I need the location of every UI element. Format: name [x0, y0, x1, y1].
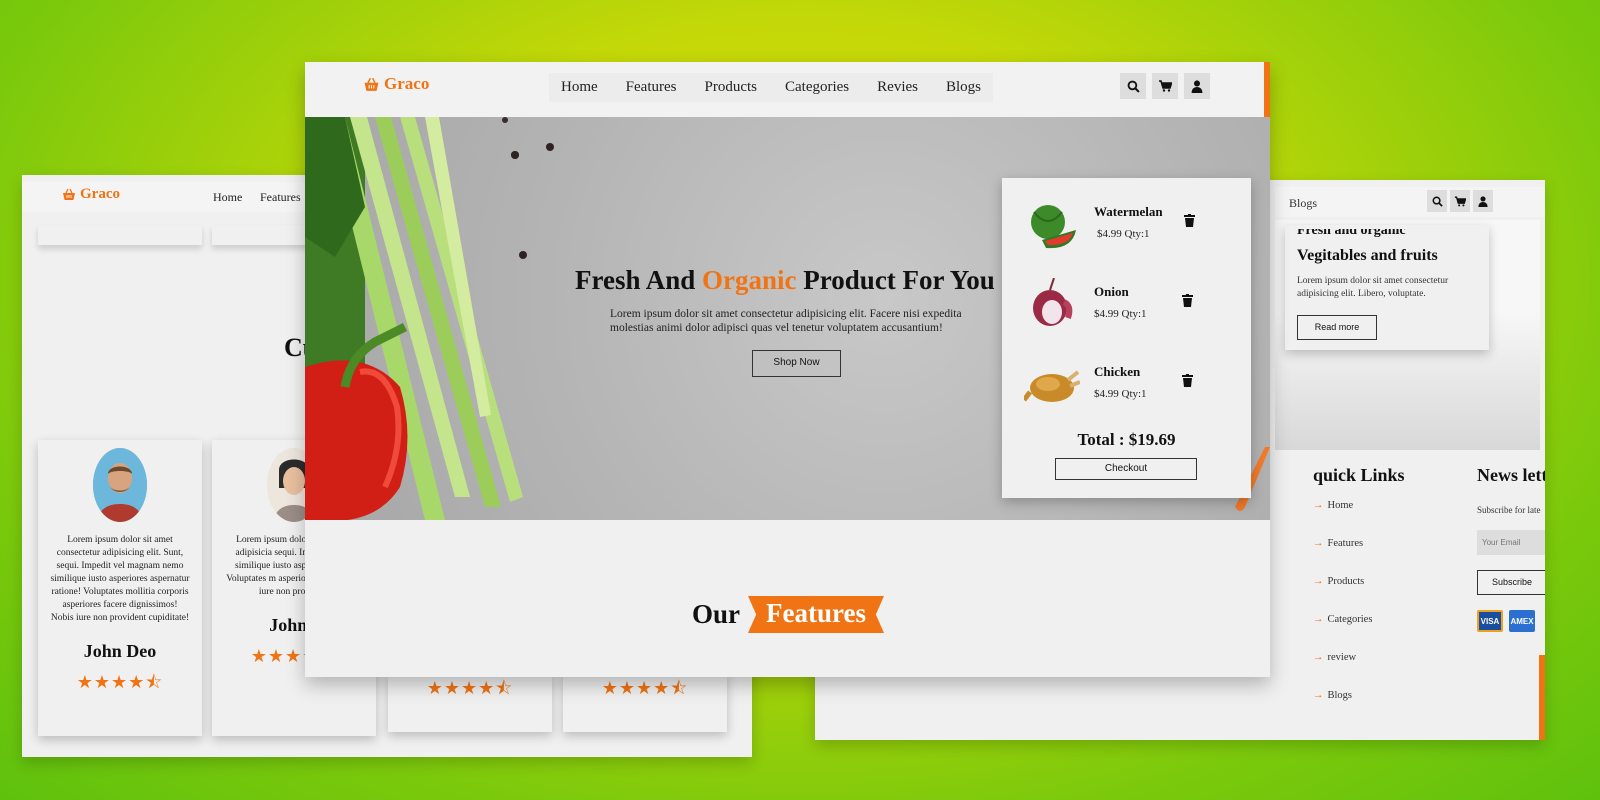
vegetables-image: [305, 117, 523, 520]
brand-name: Graco: [384, 74, 430, 93]
trash-icon[interactable]: [1182, 294, 1193, 307]
card-stub: [38, 225, 202, 245]
hero-text: Lorem ipsum dolor sit amet consectetur a…: [610, 308, 962, 334]
cart-item-price: $4.99 Qty:1: [1094, 308, 1147, 320]
cart-item-name: Watermelan: [1094, 204, 1163, 219]
checkout-button[interactable]: Checkout: [1055, 458, 1197, 480]
left-nav-features[interactable]: Features: [260, 190, 301, 205]
visa-card-icon: VISA: [1477, 610, 1503, 632]
blog-title-partial: Fresh and organic: [1297, 229, 1406, 237]
shop-now-button[interactable]: Shop Now: [752, 350, 841, 377]
quick-link-blogs[interactable]: → Blogs: [1313, 690, 1352, 701]
home-page-preview: Graco Home Features Products Categories …: [305, 62, 1270, 677]
trash-icon[interactable]: [1182, 374, 1193, 387]
quick-link-features[interactable]: → Features: [1313, 538, 1363, 549]
basket-icon: [364, 77, 379, 91]
nav-home[interactable]: Home: [561, 79, 598, 96]
onion-image: [1033, 278, 1073, 326]
cart-item-name: Onion: [1094, 284, 1129, 299]
nav-blogs[interactable]: Blogs: [946, 79, 981, 96]
main-nav-links: Home Features Products Categories Revies…: [549, 73, 993, 102]
blog-card: Fresh and organic Vegitables and fruits …: [1285, 225, 1489, 350]
brand-name: Graco: [80, 186, 120, 202]
quick-link-review[interactable]: → review: [1313, 652, 1356, 663]
subscribe-button[interactable]: Subscribe: [1477, 570, 1545, 595]
quick-link-categories[interactable]: → Categories: [1313, 614, 1372, 625]
right-nav-blogs[interactable]: Blogs: [1289, 196, 1317, 211]
left-logo[interactable]: Graco: [62, 186, 120, 203]
quick-links-heading: quick Links: [1313, 465, 1405, 485]
basket-icon: [63, 188, 75, 200]
email-field[interactable]: [1477, 530, 1545, 555]
blog-title: Vegitables and fruits: [1297, 247, 1438, 264]
star-rating: ★★★★⯪: [76, 672, 164, 692]
watermelon-image: [1031, 205, 1076, 249]
features-heading-plain: Our: [692, 599, 741, 629]
nav-categories[interactable]: Categories: [785, 79, 849, 96]
cart-item-price: $4.99 Qty:1: [1097, 228, 1150, 240]
search-icon[interactable]: [1120, 73, 1146, 99]
accent-bar: [1539, 655, 1545, 740]
arrow-right-icon: →: [1313, 652, 1324, 663]
cart-item-price: $4.99 Qty:1: [1094, 388, 1147, 400]
review-card: Lorem ipsum dolor sit amet consectetur a…: [38, 440, 202, 736]
main-logo[interactable]: Graco: [363, 74, 429, 94]
quick-link-home[interactable]: → Home: [1313, 500, 1353, 511]
cart-item: Watermelan $4.99 Qty:1: [1002, 198, 1251, 268]
arrow-right-icon: →: [1313, 500, 1324, 511]
avatar: [93, 448, 147, 522]
arrow-right-icon: →: [1313, 690, 1324, 701]
hero-banner: Fresh And Organic Product For You Lorem …: [305, 117, 1270, 520]
cart-icon[interactable]: [1450, 190, 1470, 212]
user-icon[interactable]: [1473, 190, 1493, 212]
arrow-right-icon: →: [1313, 614, 1324, 625]
nav-features[interactable]: Features: [626, 79, 677, 96]
pepper-dots: [511, 143, 554, 259]
trash-icon[interactable]: [1184, 214, 1195, 227]
arrow-right-icon: →: [1313, 576, 1324, 587]
features-heading-badge: Features: [748, 596, 884, 633]
review-card: ★★★★⯪: [388, 672, 552, 732]
nav-products[interactable]: Products: [705, 79, 758, 96]
review-text: Lorem ipsum dolor sit amet consectetur a…: [50, 535, 190, 623]
cart-item-name: Chicken: [1094, 364, 1141, 379]
arrow-right-icon: →: [1313, 538, 1324, 549]
star-rating: ★★★★⯪: [601, 678, 689, 698]
blog-text: Lorem ipsum dolor sit amet consectetur a…: [1297, 276, 1449, 299]
user-icon[interactable]: [1184, 73, 1210, 99]
shopping-cart-dropdown: Watermelan $4.99 Qty:1 Onion $4.99 Qty:1…: [1002, 178, 1251, 498]
cart-total: Total : $19.69: [1077, 430, 1176, 449]
cart-icon[interactable]: [1152, 73, 1178, 99]
chicken-image: [1024, 370, 1080, 402]
cart-item: Chicken $4.99 Qty:1: [1002, 358, 1251, 428]
right-navbar: Blogs: [1275, 187, 1545, 217]
amex-card-icon: AMEX: [1509, 610, 1535, 632]
cart-item: Onion $4.99 Qty:1: [1002, 278, 1251, 348]
nav-reviews[interactable]: Revies: [877, 79, 918, 96]
quick-link-products[interactable]: → Products: [1313, 576, 1364, 587]
left-nav-home[interactable]: Home: [213, 190, 242, 205]
newsletter-heading: News lett: [1477, 465, 1545, 485]
search-icon[interactable]: [1427, 190, 1447, 212]
review-card: ★★★★⯪: [563, 672, 727, 732]
star-rating: ★★★★⯪: [426, 678, 514, 698]
features-heading: Our Features: [692, 596, 884, 633]
newsletter-text: Subscribe for late: [1477, 505, 1541, 515]
read-more-button[interactable]: Read more: [1297, 315, 1377, 340]
reviewer-name: John Deo: [83, 641, 157, 661]
hero-title: Fresh And Organic Product For You: [575, 265, 995, 295]
